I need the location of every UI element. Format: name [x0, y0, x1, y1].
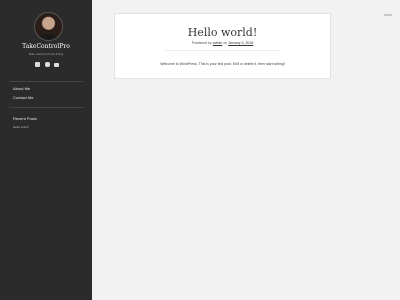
top-right-mark [384, 14, 392, 16]
avatar-shoulders [39, 34, 58, 40]
facebook-icon[interactable] [35, 62, 40, 67]
post-meta: Published by admin on January 4, 2018 [115, 41, 330, 45]
post-title[interactable]: Hello world! [115, 26, 330, 39]
recent-posts-title: Recent Posts [13, 116, 37, 121]
post-meta-on: on [223, 41, 228, 45]
post-meta-prefix: Published by [191, 41, 212, 45]
sidebar: TakeControlPro Take Control of Life & Pa… [0, 0, 92, 300]
post-separator [165, 50, 280, 51]
email-icon[interactable] [54, 63, 59, 67]
post-body: Welcome to WordPress. This is your first… [160, 62, 285, 66]
nav-item-about[interactable]: About Me [13, 86, 30, 91]
site-description: Take Control of Life & Pay [28, 52, 64, 56]
sidebar-divider [9, 107, 83, 108]
avatar[interactable] [34, 12, 63, 41]
social-links [35, 62, 59, 68]
post-card: Hello world! Published by admin on Janua… [114, 13, 331, 79]
page: TakeControlPro Take Control of Life & Pa… [0, 0, 400, 300]
site-title[interactable]: TakeControlPro [0, 43, 92, 50]
instagram-icon[interactable] [44, 62, 50, 67]
nav-item-contact[interactable]: Contact Me [13, 95, 33, 100]
post-date-link[interactable]: January 4, 2018 [228, 41, 253, 45]
sidebar-divider [9, 81, 83, 82]
post-author-link[interactable]: admin [213, 41, 223, 45]
recent-post-link[interactable]: Hello world! [13, 125, 29, 129]
